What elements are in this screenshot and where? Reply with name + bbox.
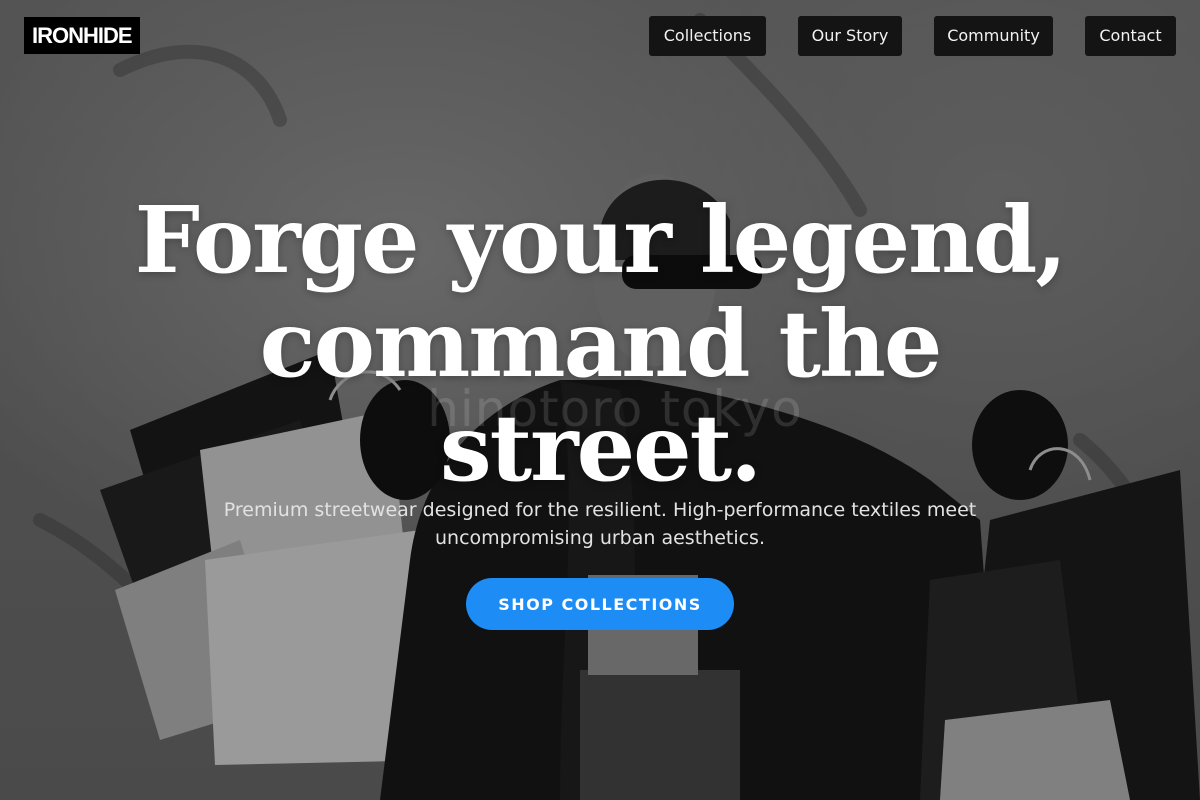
nav-collections-link[interactable]: Collections	[649, 16, 766, 56]
headline-line-2: command the	[259, 290, 943, 398]
nav-contact-link[interactable]: Contact	[1085, 16, 1176, 56]
nav-community-link[interactable]: Community	[934, 16, 1053, 56]
headline-line-1: Forge your legend,	[134, 186, 1068, 294]
hero-section: IRONHIDE Collections Our Story Community…	[0, 0, 1200, 800]
subtext-line-1: Premium streetwear designed for the resi…	[223, 499, 977, 521]
subtext-line-2: uncompromising urban aesthetics.	[434, 527, 765, 549]
brand-logo[interactable]: IRONHIDE	[24, 17, 140, 54]
headline-line-3: street.	[439, 394, 762, 502]
hero-subtext: Premium streetwear designed for the resi…	[200, 496, 1000, 552]
nav-our-story-link[interactable]: Our Story	[798, 16, 902, 56]
hero-headline: Forge your legend, command the street.	[100, 188, 1100, 500]
shop-collections-button[interactable]: SHOP COLLECTIONS	[466, 578, 734, 630]
